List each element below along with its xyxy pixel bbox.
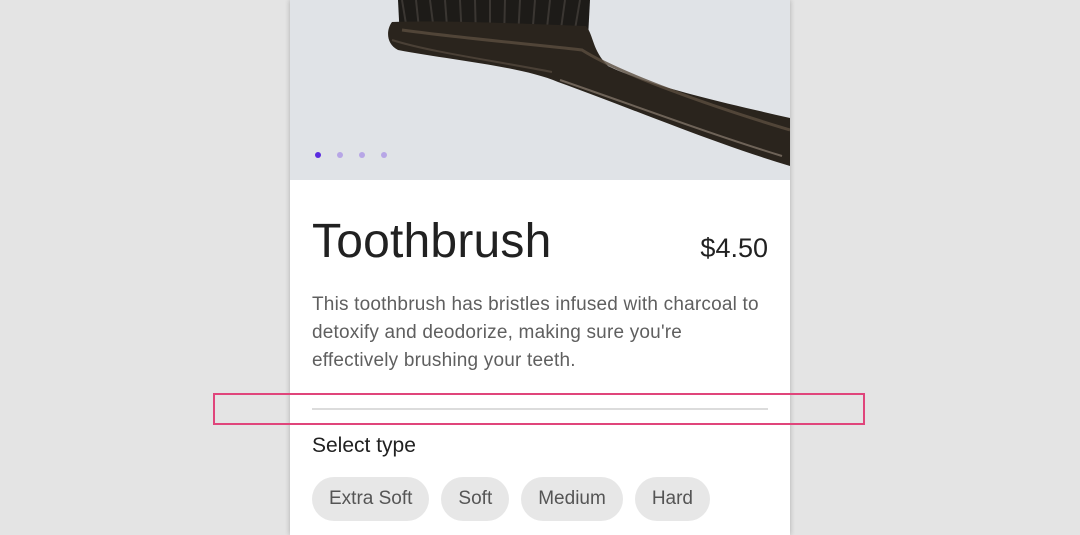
product-image-carousel[interactable] (290, 0, 790, 180)
product-title: Toothbrush (312, 215, 552, 268)
type-chip-group: Extra Soft Soft Medium Hard (312, 477, 710, 521)
carousel-indicator (314, 151, 402, 159)
type-chip-hard[interactable]: Hard (634, 477, 710, 521)
type-chip-medium[interactable]: Medium (521, 477, 623, 521)
type-chip-extra-soft[interactable]: Extra Soft (312, 477, 430, 521)
carousel-dot-3[interactable] (358, 151, 380, 159)
type-chip-soft[interactable]: Soft (441, 477, 510, 521)
section-divider (312, 408, 768, 410)
product-price: $4.50 (700, 233, 768, 263)
carousel-dot-4[interactable] (380, 151, 402, 159)
product-card: Toothbrush $4.50 This toothbrush has bri… (290, 0, 790, 535)
carousel-dot-2[interactable] (336, 151, 358, 159)
product-description: This toothbrush has bristles infused wit… (312, 294, 759, 371)
carousel-dot-1[interactable] (314, 151, 336, 159)
select-type-label: Select type (312, 434, 416, 457)
